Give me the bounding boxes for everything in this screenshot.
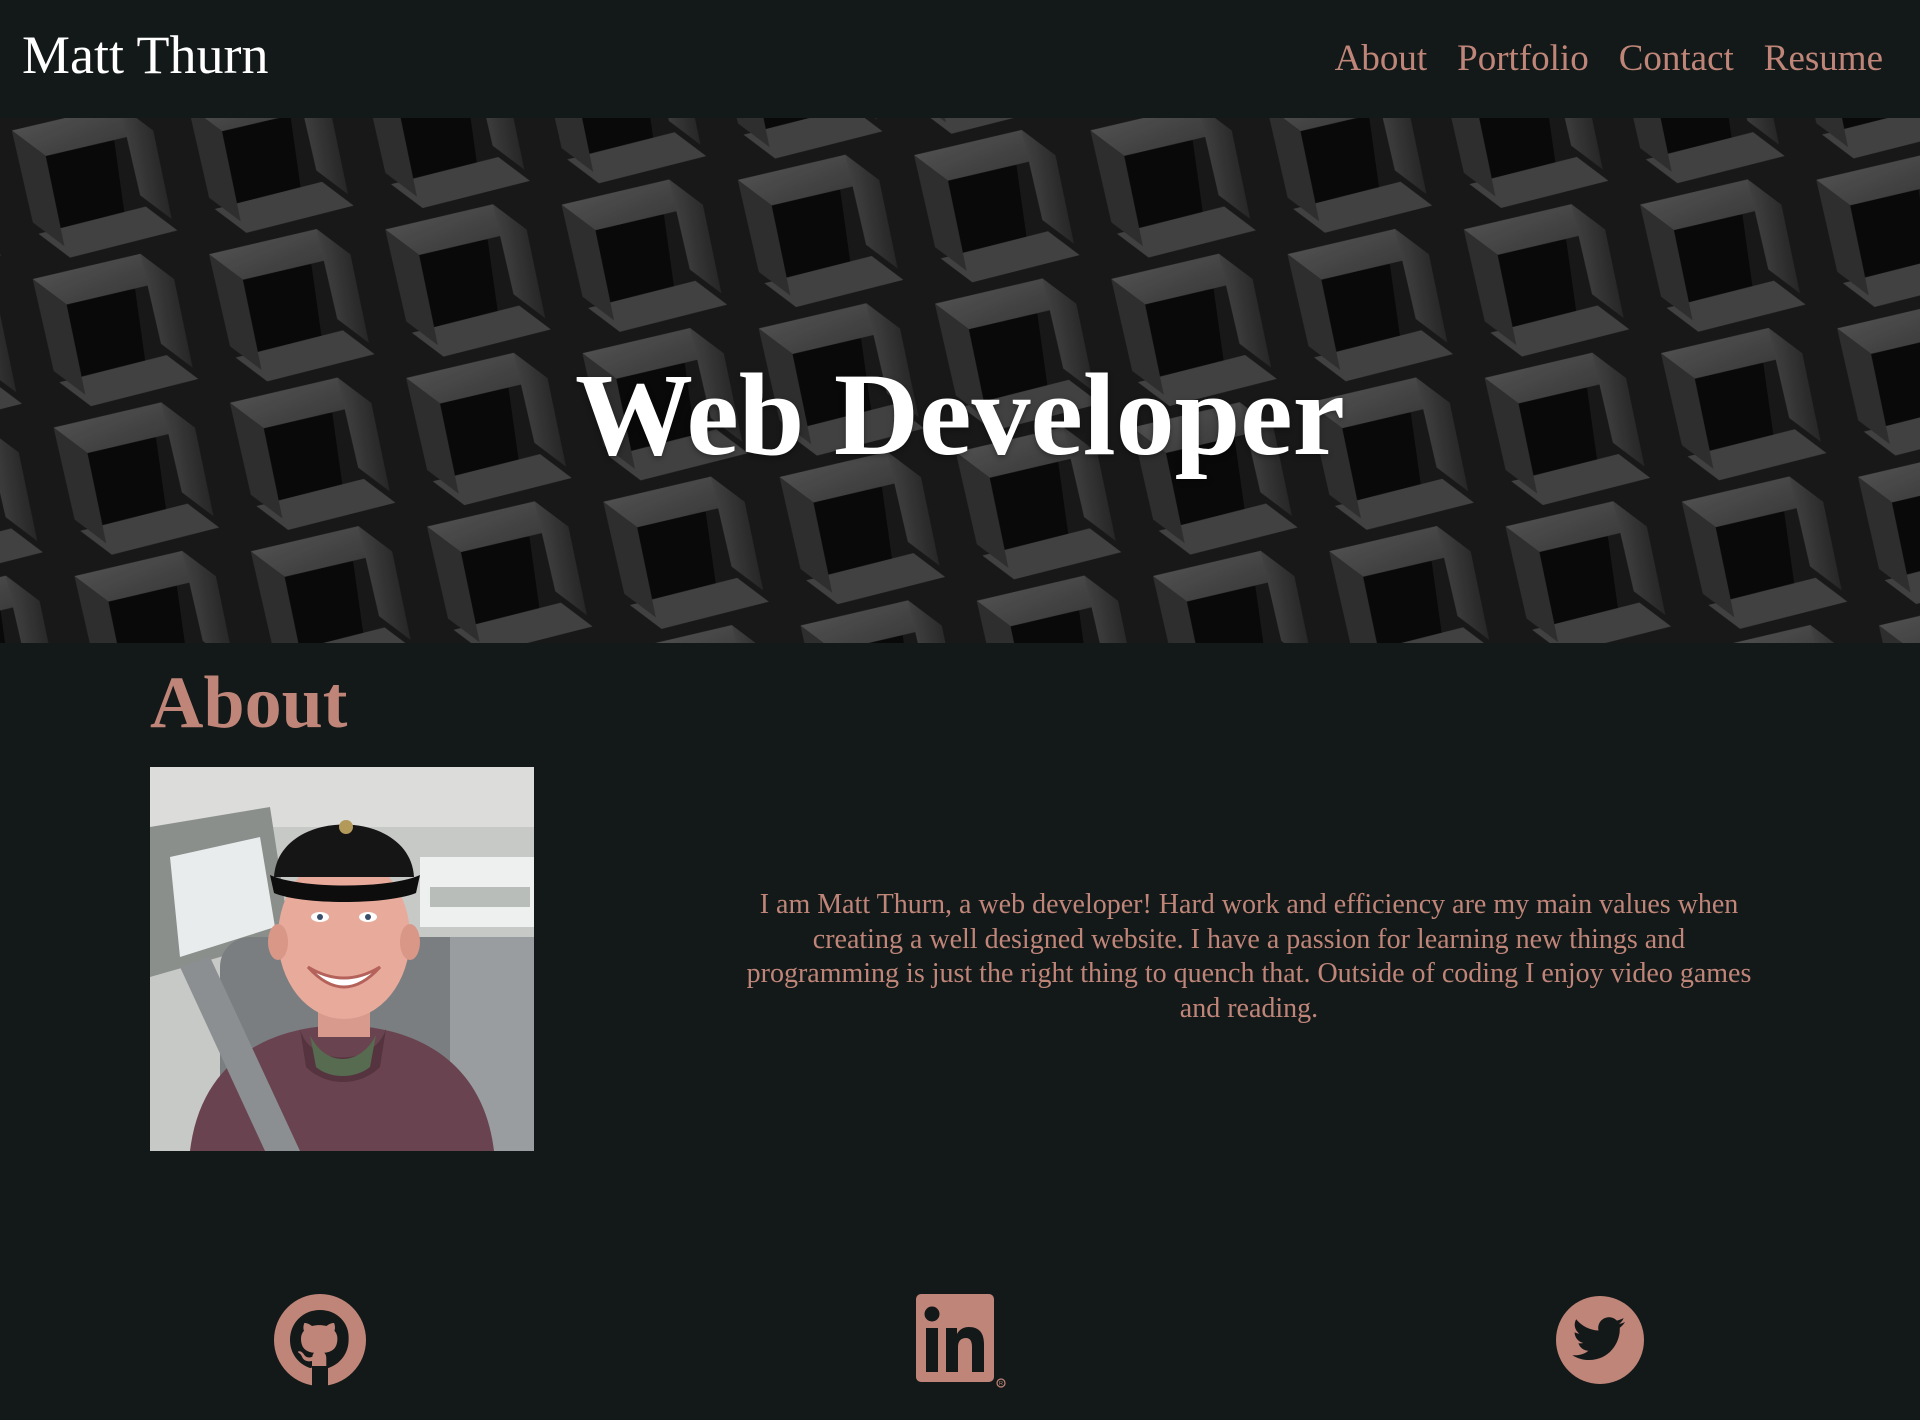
about-heading: About — [150, 662, 348, 744]
main-nav: About Portfolio Contact Resume — [1335, 34, 1883, 84]
hero-banner: Web Developer — [0, 118, 1920, 643]
twitter-link[interactable] — [1552, 1292, 1648, 1388]
nav-link-resume[interactable]: Resume — [1764, 34, 1883, 84]
profile-photo — [150, 767, 534, 1151]
nav-link-about[interactable]: About — [1335, 34, 1428, 84]
github-icon — [274, 1294, 366, 1388]
brand-link[interactable]: Matt Thurn — [22, 20, 268, 90]
twitter-icon — [1556, 1296, 1644, 1384]
github-link[interactable] — [272, 1292, 368, 1388]
profile-photo-illustration — [150, 767, 534, 1151]
linkedin-icon: R — [916, 1294, 1006, 1388]
nav-link-portfolio[interactable]: Portfolio — [1457, 34, 1589, 84]
about-bio: I am Matt Thurn, a web developer! Hard w… — [746, 889, 1752, 1024]
nav-link-contact[interactable]: Contact — [1619, 34, 1734, 84]
linkedin-link[interactable]: R — [912, 1292, 1008, 1388]
hero-title: Web Developer — [574, 349, 1346, 480]
site-header: Matt Thurn About Portfolio Contact Resum… — [0, 0, 1920, 118]
svg-text:R: R — [999, 1381, 1003, 1387]
